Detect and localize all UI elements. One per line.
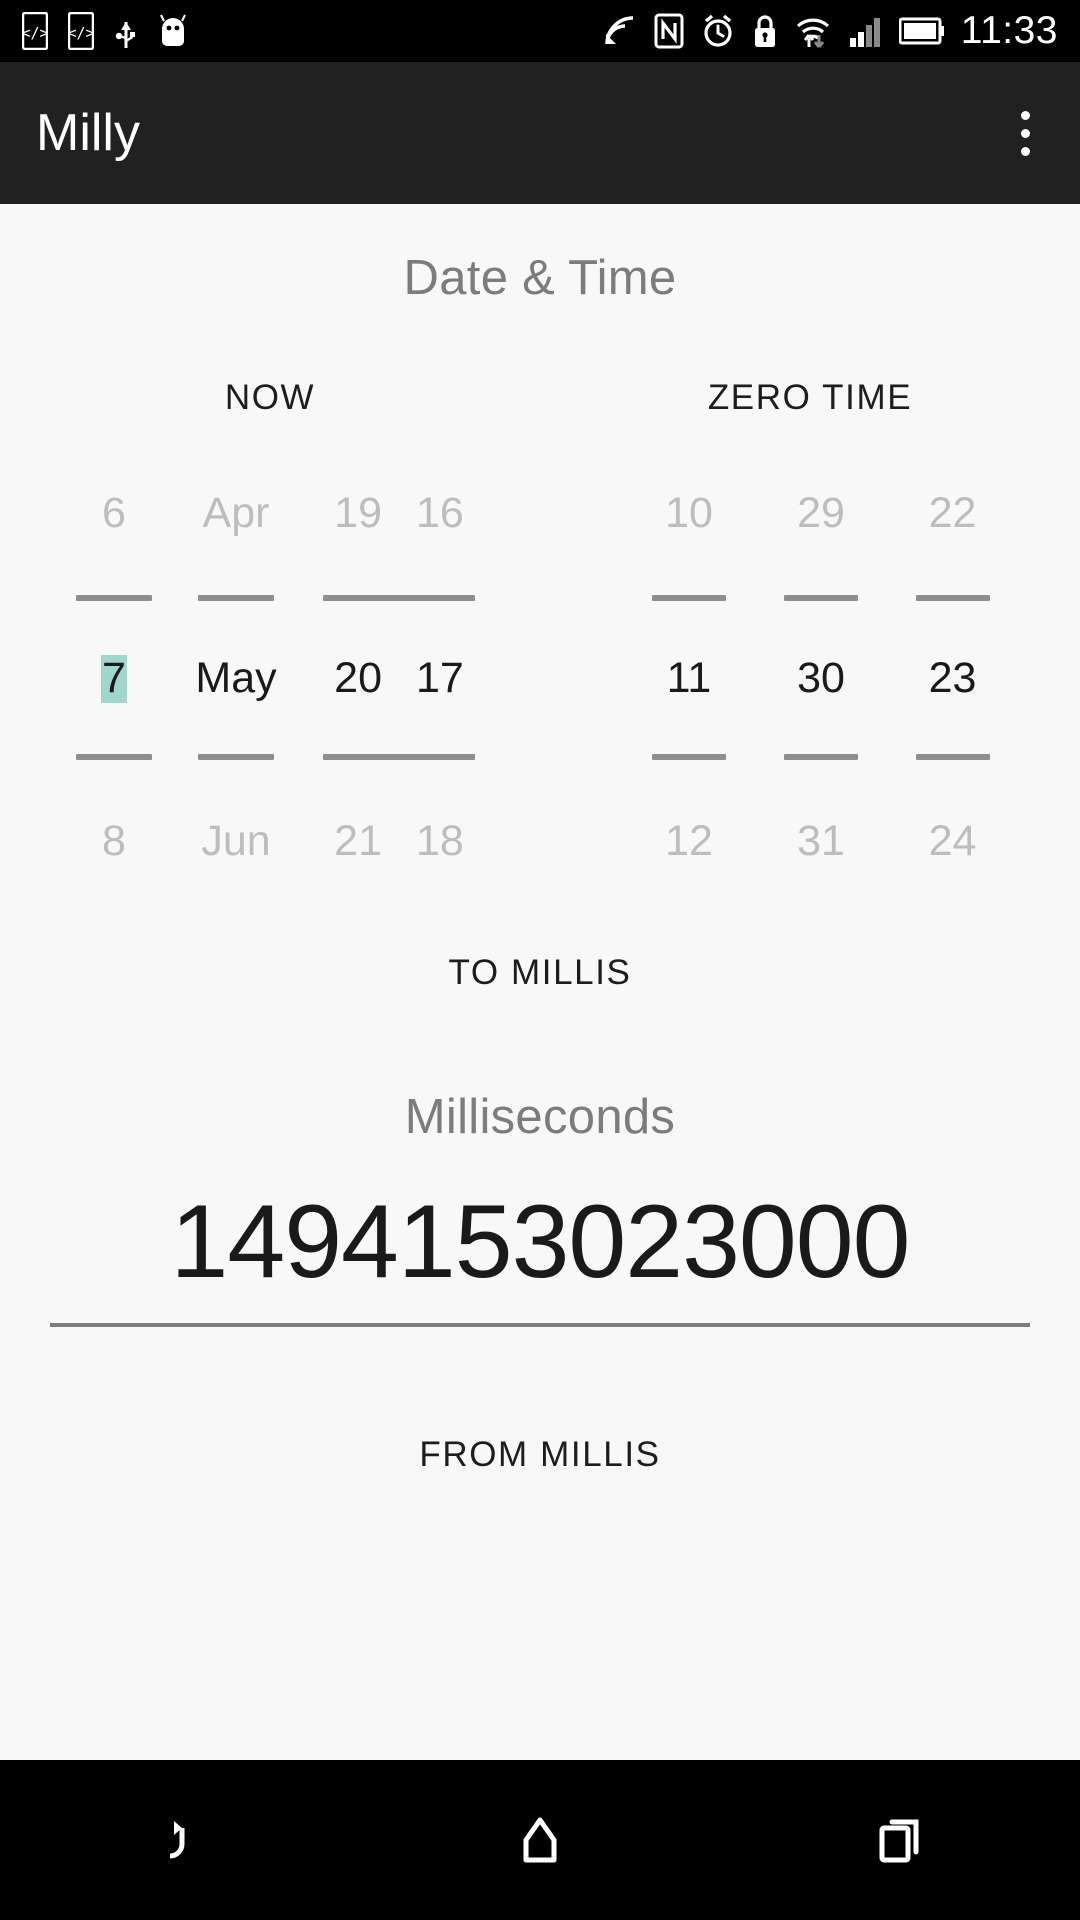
screen-lock-icon (752, 13, 778, 49)
day-prev-value[interactable]: 6 (102, 492, 126, 535)
hour-prev-value[interactable]: 10 (665, 492, 713, 535)
day-current-value[interactable]: 7 (101, 653, 127, 703)
home-icon (514, 1814, 566, 1866)
month-divider-bottom (198, 754, 274, 760)
date-time-picker-row: 6 7 8 Apr May Jun 19 16 20 17 21 18 10 1… (0, 492, 1080, 863)
hour-divider-bottom (652, 754, 726, 760)
status-bar-clock: 11:33 (960, 9, 1058, 52)
app-title: Milly (36, 104, 140, 162)
year-current-part-b: 17 (416, 654, 464, 702)
day-picker[interactable]: 6 7 8 (62, 492, 166, 863)
status-bar: </> </> 11:33 (0, 0, 1080, 62)
from-millis-button[interactable]: FROM MILLIS (401, 1427, 678, 1483)
year-prev-pair: 19 16 (334, 492, 464, 535)
hour-picker[interactable]: 10 11 12 (623, 492, 755, 863)
year-prev-value[interactable]: 19 16 (334, 492, 464, 535)
svg-text:</>: </> (68, 24, 94, 42)
minute-next-value[interactable]: 31 (797, 820, 845, 863)
year-current-value[interactable]: 20 17 (334, 657, 464, 700)
month-next-value[interactable]: Jun (201, 820, 270, 863)
to-millis-button[interactable]: TO MILLIS (431, 945, 650, 1001)
second-next-value[interactable]: 24 (929, 820, 977, 863)
second-divider-bottom (915, 754, 990, 760)
year-prev-part-a: 19 (334, 489, 382, 537)
minute-prev-value[interactable]: 29 (797, 492, 845, 535)
second-prev-value[interactable]: 22 (929, 492, 977, 535)
minute-current-value[interactable]: 30 (797, 657, 845, 700)
year-prev-part-b: 16 (416, 489, 464, 537)
year-picker[interactable]: 19 16 20 17 21 18 (306, 492, 492, 863)
year-divider-top (323, 595, 475, 601)
section-title: Date & Time (403, 251, 677, 305)
day-divider-bottom (76, 754, 152, 760)
second-divider-top (915, 595, 990, 601)
recents-icon (874, 1814, 926, 1866)
nav-back-button[interactable] (0, 1760, 360, 1920)
to-millis-row: TO MILLIS (0, 945, 1080, 1001)
cellular-signal-icon (848, 14, 882, 48)
overflow-dot-3 (1021, 146, 1030, 156)
day-selection-highlight: 7 (101, 653, 127, 703)
date-picker-group: 6 7 8 Apr May Jun 19 16 20 17 21 18 (62, 492, 492, 863)
alarm-clock-icon (701, 14, 735, 48)
overflow-dot-1 (1021, 110, 1030, 120)
hour-next-value[interactable]: 12 (665, 820, 713, 863)
year-current-pair: 20 17 (334, 657, 464, 700)
time-picker-group: 10 11 12 29 30 31 22 23 24 (623, 492, 1018, 863)
month-picker[interactable]: Apr May Jun (166, 492, 306, 863)
month-divider-top (198, 595, 274, 601)
second-picker[interactable]: 22 23 24 (887, 492, 1018, 863)
milliseconds-input[interactable]: 1494153023000 (0, 1185, 1080, 1300)
nav-recents-button[interactable] (720, 1760, 1080, 1920)
android-navigation-bar (0, 1760, 1080, 1920)
now-button[interactable]: NOW (207, 370, 333, 426)
status-bar-right-icons (603, 13, 945, 49)
back-arrow-icon (152, 1812, 208, 1868)
zero-time-button[interactable]: ZERO TIME (690, 370, 930, 426)
adb-code-icon-1: </> (22, 12, 48, 50)
minute-divider-top (784, 595, 858, 601)
main-content: Date & Time NOW ZERO TIME 6 7 8 Apr May … (0, 204, 1080, 1760)
battery-icon (898, 16, 945, 46)
status-bar-left-icons: </> </> (22, 12, 188, 50)
year-next-value[interactable]: 21 18 (334, 820, 464, 863)
app-bar: Milly (0, 62, 1080, 204)
milliseconds-input-underline (50, 1323, 1030, 1328)
second-current-value[interactable]: 23 (929, 657, 977, 700)
nfc-icon (654, 13, 684, 49)
svg-text:</>: </> (22, 24, 48, 42)
hour-current-value[interactable]: 11 (667, 657, 712, 700)
day-divider-top (76, 595, 152, 601)
from-millis-row: FROM MILLIS (0, 1427, 1080, 1483)
adb-code-icon-2: </> (68, 12, 94, 50)
wifi-icon (795, 13, 831, 49)
year-next-part-a: 21 (334, 817, 382, 865)
month-prev-value[interactable]: Apr (203, 492, 270, 535)
year-current-part-a: 20 (334, 654, 382, 702)
now-button-cell: NOW (0, 370, 540, 426)
year-next-pair: 21 18 (334, 820, 464, 863)
hour-divider-top (652, 595, 726, 601)
zero-time-button-cell: ZERO TIME (540, 370, 1080, 426)
year-next-part-b: 18 (416, 817, 464, 865)
overflow-dot-2 (1021, 128, 1030, 138)
minute-divider-bottom (784, 754, 858, 760)
cast-screen-icon (603, 14, 637, 48)
day-next-value[interactable]: 8 (102, 820, 126, 863)
year-divider-bottom (323, 754, 475, 760)
usb-debugging-icon (114, 12, 138, 50)
minute-picker[interactable]: 29 30 31 (755, 492, 887, 863)
nav-home-button[interactable] (360, 1760, 720, 1920)
overflow-menu-icon[interactable] (1007, 97, 1044, 170)
android-bugdroid-icon (158, 13, 188, 49)
milliseconds-label: Milliseconds (404, 1090, 676, 1144)
action-button-row: NOW ZERO TIME (0, 370, 1080, 426)
month-current-value[interactable]: May (195, 657, 276, 700)
